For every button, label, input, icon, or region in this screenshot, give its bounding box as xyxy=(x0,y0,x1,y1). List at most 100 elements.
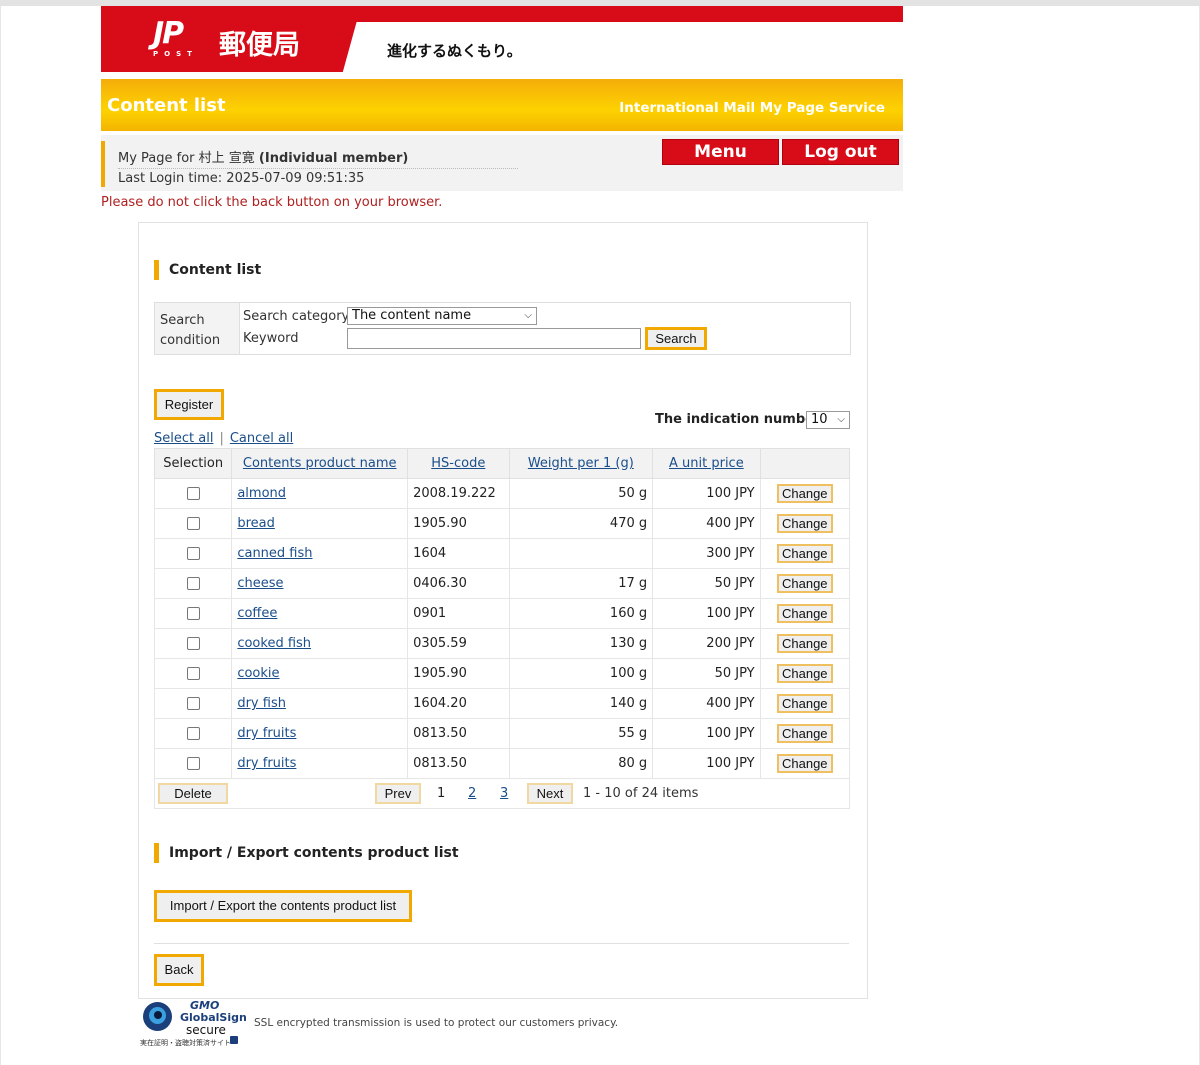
unit-price-cell: 400 JPY xyxy=(652,688,761,719)
product-name-link[interactable]: almond xyxy=(237,486,286,501)
search-condition-box: Search condition Search category The con… xyxy=(154,302,851,355)
change-button[interactable]: Change xyxy=(776,604,833,623)
hs-code-cell: 1604 xyxy=(407,538,510,569)
selection-links: Select all | Cancel all xyxy=(154,431,293,446)
unit-price-cell: 300 JPY xyxy=(652,538,761,569)
row-checkbox[interactable] xyxy=(186,727,200,740)
content-panel: Content list Search condition Search cat… xyxy=(138,222,868,999)
logo-name-text: 郵便局 xyxy=(219,30,300,61)
column-hs-code[interactable]: HS-code xyxy=(407,448,510,479)
mypage-owner: My Page for 村上 宣寛 (Individual member) xyxy=(118,147,408,166)
sort-weight-link[interactable]: Weight per 1 (g) xyxy=(528,456,634,471)
weight-cell: 100 g xyxy=(508,658,654,689)
japan-post-logo[interactable]: JP POST 郵便局 xyxy=(101,6,361,72)
column-weight[interactable]: Weight per 1 (g) xyxy=(508,448,654,479)
column-product-name[interactable]: Contents product name xyxy=(231,448,409,479)
change-button[interactable]: Change xyxy=(776,664,833,683)
back-button[interactable]: Back xyxy=(154,954,204,986)
page-1-current: 1 xyxy=(437,786,446,801)
search-condition-cell: Search condition xyxy=(155,303,240,354)
table-row: dry fruits 0813.50 80 g 100 JPY Change xyxy=(153,748,851,779)
weight-cell: 140 g xyxy=(508,688,654,719)
table-header-row: Selection Contents product name HS-code … xyxy=(153,448,851,479)
user-bar: My Page for 村上 宣寛 (Individual member) La… xyxy=(101,135,903,191)
change-button[interactable]: Change xyxy=(776,634,833,653)
product-name-link[interactable]: canned fish xyxy=(237,546,312,561)
page-title: Content list xyxy=(107,95,226,116)
chevron-down-icon: ⌵ xyxy=(837,414,845,425)
sort-unit-price-link[interactable]: A unit price xyxy=(669,456,744,471)
product-name-link[interactable]: cooked fish xyxy=(237,636,311,651)
row-checkbox[interactable] xyxy=(186,607,200,620)
row-checkbox[interactable] xyxy=(186,697,200,710)
pagination-bar: Delete Prev 1 2 3 Next 1 - 10 of 24 item… xyxy=(155,779,849,808)
search-category-select[interactable]: The content name ⌵ xyxy=(347,307,537,325)
ssl-notice: SSL encrypted transmission is used to pr… xyxy=(254,1017,619,1029)
link-separator: | xyxy=(219,431,224,446)
product-name-link[interactable]: coffee xyxy=(237,606,277,621)
row-checkbox[interactable] xyxy=(186,637,200,650)
row-checkbox[interactable] xyxy=(186,667,200,680)
chevron-down-icon: ⌵ xyxy=(524,310,532,321)
product-name-link[interactable]: bread xyxy=(237,516,275,531)
page-3-link[interactable]: 3 xyxy=(500,786,508,801)
select-all-link[interactable]: Select all xyxy=(154,431,213,446)
sort-product-name-link[interactable]: Contents product name xyxy=(243,456,397,471)
indication-number-select[interactable]: 10 ⌵ xyxy=(806,411,850,429)
product-name-link[interactable]: dry fruits xyxy=(237,726,296,741)
tagline: 進化するぬくもり。 xyxy=(387,42,522,60)
hs-code-cell: 1905.90 xyxy=(407,508,510,539)
indication-number-value: 10 xyxy=(811,412,828,427)
service-name: International Mail My Page Service xyxy=(619,100,885,116)
back-button-warning: Please do not click the back button on y… xyxy=(101,195,443,210)
row-checkbox[interactable] xyxy=(186,517,200,530)
prev-page-button[interactable]: Prev xyxy=(375,783,421,804)
unit-price-cell: 400 JPY xyxy=(652,508,761,539)
change-button[interactable]: Change xyxy=(776,724,833,743)
weight-cell xyxy=(508,538,654,569)
change-button[interactable]: Change xyxy=(776,484,833,503)
unit-price-cell: 100 JPY xyxy=(652,598,761,629)
mypage-prefix: My Page for 村上 宣寛 xyxy=(118,151,259,166)
globalsign-seal[interactable]: GMO GlobalSign secure 実在証明・盗聴対策済サイト xyxy=(140,994,247,1047)
hs-code-cell: 2008.19.222 xyxy=(407,478,510,509)
register-button[interactable]: Register xyxy=(154,389,224,420)
row-checkbox[interactable] xyxy=(186,487,200,500)
table-row: cooked fish 0305.59 130 g 200 JPY Change xyxy=(153,628,851,659)
unit-price-cell: 50 JPY xyxy=(652,568,761,599)
next-page-button[interactable]: Next xyxy=(527,783,573,804)
logout-button[interactable]: Log out xyxy=(782,139,899,165)
product-name-link[interactable]: cheese xyxy=(237,576,283,591)
product-name-link[interactable]: dry fish xyxy=(237,696,286,711)
table-row: dry fish 1604.20 140 g 400 JPY Change xyxy=(153,688,851,719)
content-list-heading: Content list xyxy=(154,260,261,280)
import-export-heading: Import / Export contents product list xyxy=(154,843,459,863)
page-2-link[interactable]: 2 xyxy=(468,786,476,801)
product-name-link[interactable]: dry fruits xyxy=(237,756,296,771)
sort-hs-code-link[interactable]: HS-code xyxy=(431,456,485,471)
change-button[interactable]: Change xyxy=(776,574,833,593)
keyword-input[interactable] xyxy=(347,328,641,349)
hs-code-cell: 0305.59 xyxy=(407,628,510,659)
search-button[interactable]: Search xyxy=(645,327,707,350)
import-export-button[interactable]: Import / Export the contents product lis… xyxy=(154,890,412,922)
cancel-all-link[interactable]: Cancel all xyxy=(230,431,293,446)
change-button[interactable]: Change xyxy=(776,694,833,713)
lock-icon xyxy=(230,1036,238,1044)
unit-price-cell: 100 JPY xyxy=(652,748,761,779)
row-checkbox[interactable] xyxy=(186,757,200,770)
user-bar-accent xyxy=(101,141,105,187)
change-button[interactable]: Change xyxy=(776,514,833,533)
row-checkbox[interactable] xyxy=(186,577,200,590)
change-button[interactable]: Change xyxy=(776,754,833,773)
row-checkbox[interactable] xyxy=(186,547,200,560)
table-row: canned fish 1604 300 JPY Change xyxy=(153,538,851,569)
table-row: bread 1905.90 470 g 400 JPY Change xyxy=(153,508,851,539)
hs-code-cell: 0901 xyxy=(407,598,510,629)
product-name-link[interactable]: cookie xyxy=(237,666,279,681)
menu-button[interactable]: Menu xyxy=(662,139,779,165)
delete-button[interactable]: Delete xyxy=(158,783,228,804)
column-unit-price[interactable]: A unit price xyxy=(652,448,761,479)
change-button[interactable]: Change xyxy=(776,544,833,563)
table-row: cookie 1905.90 100 g 50 JPY Change xyxy=(153,658,851,689)
